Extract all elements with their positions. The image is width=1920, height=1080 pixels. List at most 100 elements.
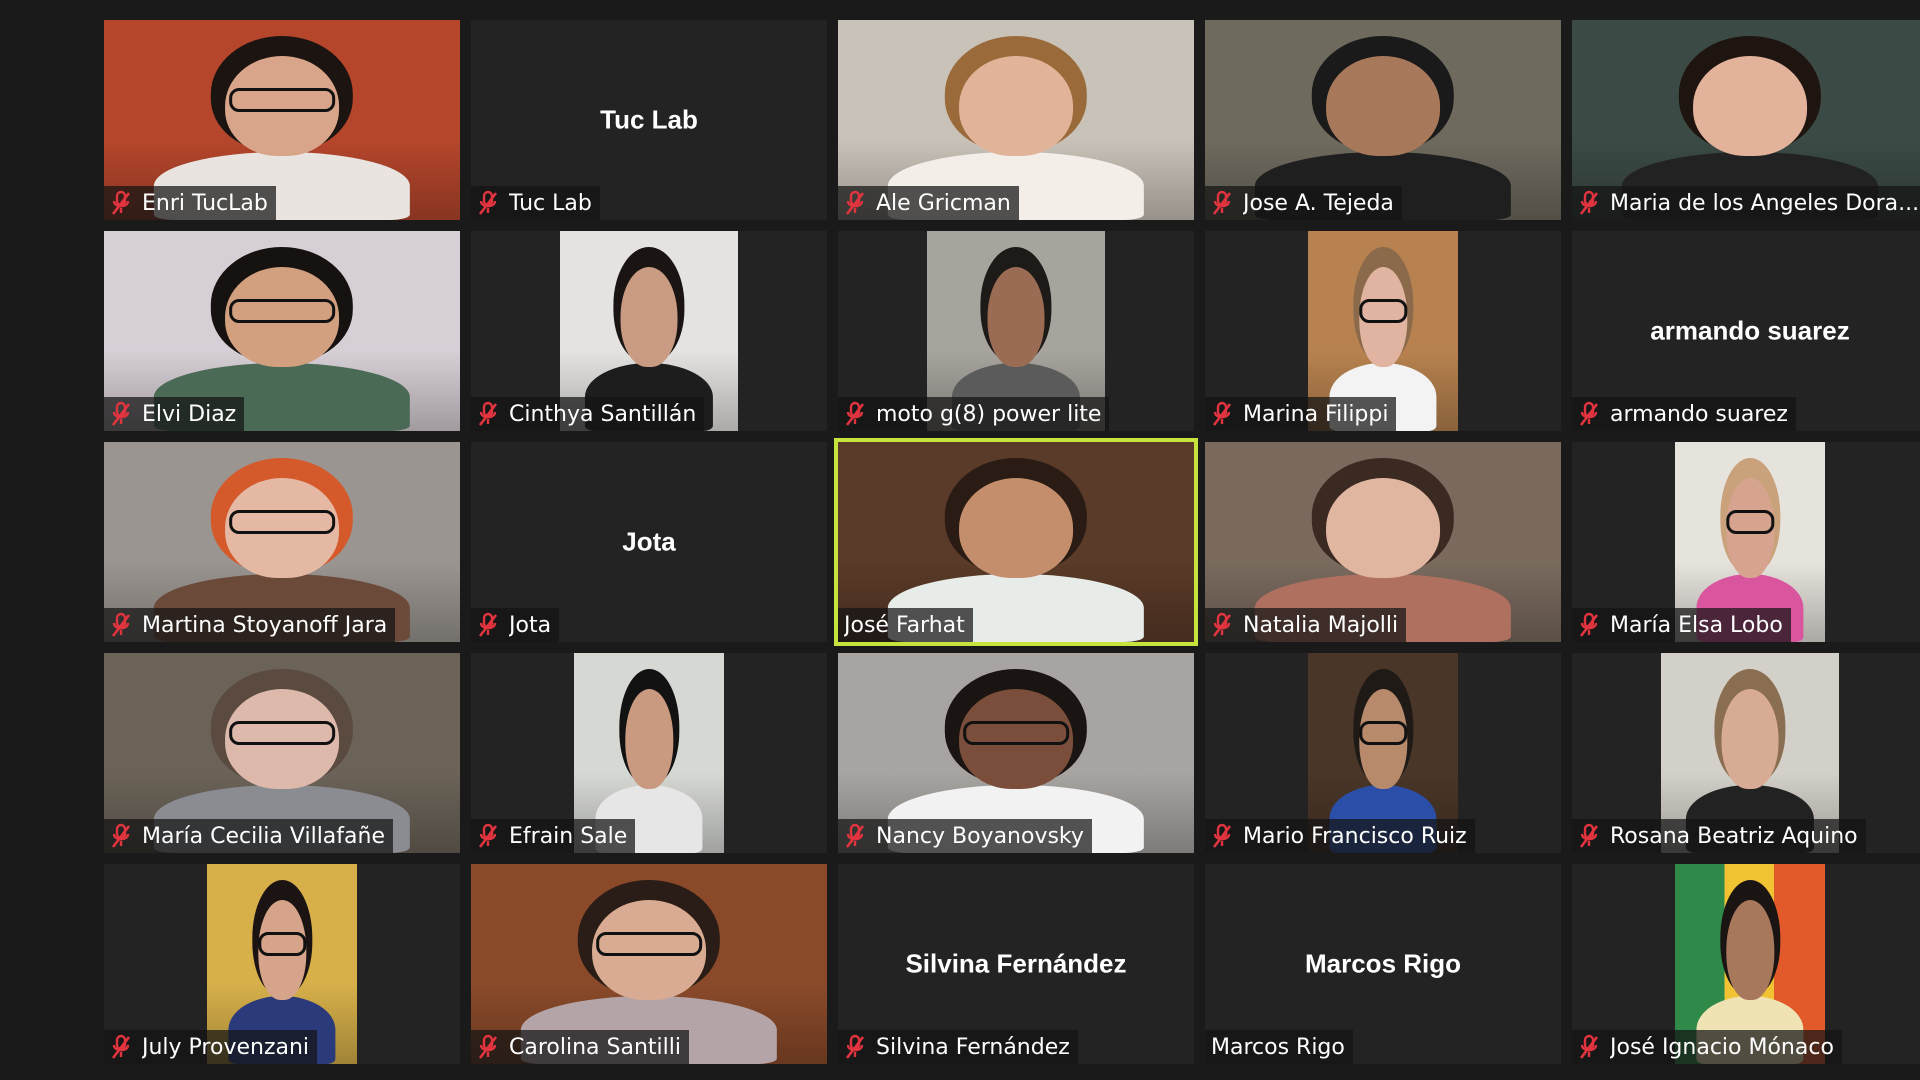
participant-tile[interactable]: María Elsa Lobo xyxy=(1572,442,1920,642)
participant-tile[interactable]: Rosana Beatriz Aquino xyxy=(1572,653,1920,853)
microphone-muted-icon xyxy=(477,1034,499,1060)
microphone-muted-icon xyxy=(110,190,132,216)
microphone-muted-icon xyxy=(110,823,132,849)
participant-nameplate: Tuc Lab xyxy=(471,186,600,220)
participant-name: Martina Stoyanoff Jara xyxy=(142,612,388,638)
participant-name: moto g(8) power lite xyxy=(876,401,1102,427)
microphone-muted-icon xyxy=(1211,823,1233,849)
participant-name: Enri TucLab xyxy=(142,190,268,216)
participant-tile[interactable]: Efrain Sale xyxy=(471,653,827,853)
microphone-muted-icon xyxy=(1578,1034,1600,1060)
participant-name: José Ignacio Mónaco xyxy=(1610,1034,1834,1060)
participant-nameplate: Elvi Diaz xyxy=(104,397,245,431)
participant-name: María Cecilia Villafañe xyxy=(142,823,385,849)
participant-nameplate: Natalia Majolli xyxy=(1205,608,1407,642)
participant-nameplate: Maria de los Angeles Dora... xyxy=(1572,186,1920,220)
participant-tile[interactable]: José Farhat xyxy=(834,438,1198,646)
participant-name: Jota xyxy=(509,612,552,638)
microphone-muted-icon xyxy=(844,190,866,216)
zoom-gallery-view: Enri TucLab Tuc Lab Tuc Lab Ale Gricman Jose… xyxy=(0,0,1920,1080)
participant-nameplate: Martina Stoyanoff Jara xyxy=(104,608,396,642)
participant-tile[interactable]: Ale Gricman xyxy=(838,20,1194,220)
microphone-muted-icon xyxy=(1578,823,1600,849)
microphone-muted-icon xyxy=(477,823,499,849)
participant-nameplate: Marcos Rigo xyxy=(1205,1030,1353,1064)
participant-tile[interactable]: Jota Jota xyxy=(471,442,827,642)
participant-nameplate: Marina Filippi xyxy=(1205,397,1397,431)
participant-nameplate: Efrain Sale xyxy=(471,819,636,853)
participant-name: Tuc Lab xyxy=(509,190,592,216)
participant-nameplate: María Cecilia Villafañe xyxy=(104,819,393,853)
participant-name: María Elsa Lobo xyxy=(1610,612,1783,638)
participant-grid: Enri TucLab Tuc Lab Tuc Lab Ale Gricman Jose… xyxy=(104,20,1920,1072)
participant-name: Elvi Diaz xyxy=(142,401,237,427)
participant-nameplate: Enri TucLab xyxy=(104,186,276,220)
participant-tile[interactable]: Silvina Fernández Silvina Fernández xyxy=(838,864,1194,1064)
microphone-muted-icon xyxy=(1578,612,1600,638)
participant-nameplate: Carolina Santilli xyxy=(471,1030,689,1064)
participant-display-name: armando suarez xyxy=(1650,315,1850,346)
participant-name: Efrain Sale xyxy=(509,823,628,849)
participant-nameplate: José Farhat xyxy=(838,608,973,642)
participant-name: armando suarez xyxy=(1610,401,1788,427)
participant-tile[interactable]: Cinthya Santillán xyxy=(471,231,827,431)
microphone-muted-icon xyxy=(477,612,499,638)
microphone-muted-icon xyxy=(844,823,866,849)
participant-tile[interactable]: moto g(8) power lite xyxy=(838,231,1194,431)
participant-nameplate: María Elsa Lobo xyxy=(1572,608,1791,642)
participant-tile[interactable]: Natalia Majolli xyxy=(1205,442,1561,642)
participant-name: Ale Gricman xyxy=(876,190,1011,216)
participant-nameplate: Cinthya Santillán xyxy=(471,397,705,431)
microphone-muted-icon xyxy=(1211,401,1233,427)
participant-tile[interactable]: July Provenzani xyxy=(104,864,460,1064)
participant-tile[interactable]: Marcos Rigo Marcos Rigo xyxy=(1205,864,1561,1064)
participant-tile[interactable]: Enri TucLab xyxy=(104,20,460,220)
participant-name: Nancy Boyanovsky xyxy=(876,823,1084,849)
participant-nameplate: Silvina Fernández xyxy=(838,1030,1078,1064)
participant-nameplate: Jose A. Tejeda xyxy=(1205,186,1402,220)
microphone-muted-icon xyxy=(1211,612,1233,638)
participant-nameplate: Mario Francisco Ruiz xyxy=(1205,819,1475,853)
participant-tile[interactable]: Tuc Lab Tuc Lab xyxy=(471,20,827,220)
participant-nameplate: July Provenzani xyxy=(104,1030,318,1064)
participant-nameplate: moto g(8) power lite xyxy=(838,397,1110,431)
participant-nameplate: Jota xyxy=(471,608,560,642)
participant-name: Carolina Santilli xyxy=(509,1034,681,1060)
participant-name: Jose A. Tejeda xyxy=(1243,190,1394,216)
participant-nameplate: armando suarez xyxy=(1572,397,1796,431)
participant-name: July Provenzani xyxy=(142,1034,310,1060)
participant-display-name: Tuc Lab xyxy=(600,104,698,135)
participant-display-name: Silvina Fernández xyxy=(905,948,1127,979)
participant-name: Mario Francisco Ruiz xyxy=(1243,823,1467,849)
participant-name: Cinthya Santillán xyxy=(509,401,697,427)
participant-tile[interactable]: Elvi Diaz xyxy=(104,231,460,431)
participant-nameplate: Nancy Boyanovsky xyxy=(838,819,1092,853)
participant-tile[interactable]: Marina Filippi xyxy=(1205,231,1561,431)
microphone-muted-icon xyxy=(1578,401,1600,427)
participant-name: Marina Filippi xyxy=(1243,401,1389,427)
participant-nameplate: José Ignacio Mónaco xyxy=(1572,1030,1842,1064)
participant-name: Rosana Beatriz Aquino xyxy=(1610,823,1858,849)
microphone-muted-icon xyxy=(844,401,866,427)
participant-nameplate: Rosana Beatriz Aquino xyxy=(1572,819,1866,853)
participant-tile[interactable]: Martina Stoyanoff Jara xyxy=(104,442,460,642)
participant-tile[interactable]: Nancy Boyanovsky xyxy=(838,653,1194,853)
microphone-muted-icon xyxy=(844,1034,866,1060)
participant-display-name: Marcos Rigo xyxy=(1304,948,1462,979)
participant-tile[interactable]: Mario Francisco Ruiz xyxy=(1205,653,1561,853)
participant-nameplate: Ale Gricman xyxy=(838,186,1019,220)
participant-name: Silvina Fernández xyxy=(876,1034,1070,1060)
microphone-muted-icon xyxy=(1578,190,1600,216)
participant-name: Maria de los Angeles Dora... xyxy=(1610,190,1920,216)
participant-name: Natalia Majolli xyxy=(1243,612,1399,638)
microphone-muted-icon xyxy=(110,1034,132,1060)
microphone-muted-icon xyxy=(477,401,499,427)
participant-tile[interactable]: Jose A. Tejeda xyxy=(1205,20,1561,220)
participant-tile[interactable]: armando suarez armando suarez xyxy=(1572,231,1920,431)
participant-tile[interactable]: Maria de los Angeles Dora... xyxy=(1572,20,1920,220)
participant-tile[interactable]: José Ignacio Mónaco xyxy=(1572,864,1920,1064)
participant-tile[interactable]: María Cecilia Villafañe xyxy=(104,653,460,853)
participant-tile[interactable]: Carolina Santilli xyxy=(471,864,827,1064)
microphone-muted-icon xyxy=(477,190,499,216)
microphone-muted-icon xyxy=(110,612,132,638)
